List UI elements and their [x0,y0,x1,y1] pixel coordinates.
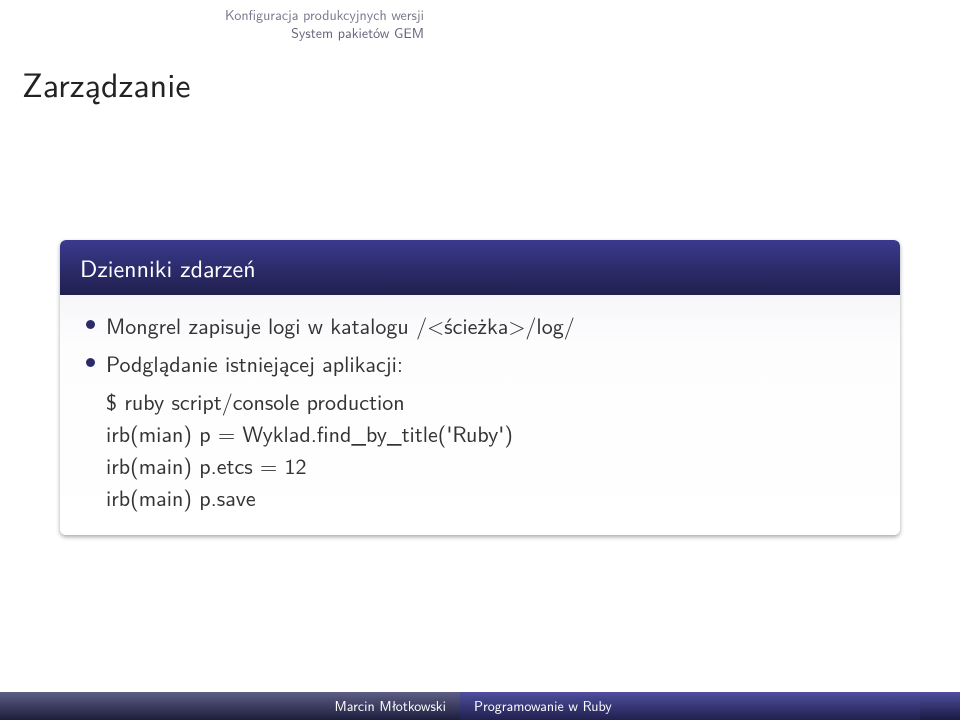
list-item-text: Podglądanie istniejącej aplikacji: [106,347,403,379]
slide-title: Zarządzanie [22,58,190,108]
bullet-icon [86,320,95,329]
footer-author: Marcin Młotkowski [0,692,460,720]
footer: Marcin Młotkowski Programowanie w Ruby 1… [0,692,960,720]
code-line: $ ruby script/console production [82,385,878,417]
list-item-text: Mongrel zapisuje logi w katalogu /<ścież… [106,309,575,341]
block-body: Mongrel zapisuje logi w katalogu /<ścież… [60,295,900,535]
list-item: Mongrel zapisuje logi w katalogu /<ścież… [82,309,878,341]
code-line: irb(main) p.etcs = 12 [82,449,878,481]
block-title: Dzienniki zdarzeń [60,240,900,295]
header-outline: Konfiguracja produkcyjnych wersji System… [225,6,424,42]
header-section: Konfiguracja produkcyjnych wersji [225,6,424,24]
footer-page: 11 / 21 [920,692,960,720]
block: Dzienniki zdarzeń Mongrel zapisuje logi … [60,240,900,535]
code-line: irb(main) p.save [82,481,878,513]
header-subsection: System pakietów GEM [225,24,424,42]
code-line: irb(mian) p = Wyklad.find_by_title('Ruby… [82,417,878,449]
bullet-icon [86,358,95,367]
footer-title: Programowanie w Ruby [460,692,920,720]
list-item: Podglądanie istniejącej aplikacji: [82,347,878,379]
